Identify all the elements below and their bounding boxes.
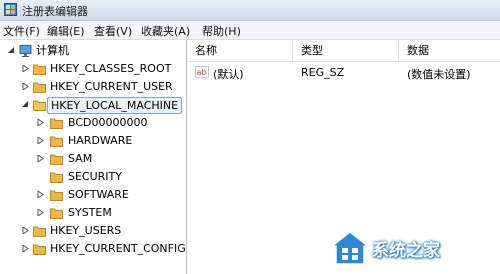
folder-icon — [50, 118, 63, 129]
watermark-text: 系统之家 — [372, 241, 440, 261]
house-logo-icon — [330, 231, 370, 265]
tree-label: SYSTEM — [68, 206, 112, 219]
menu-bar: 文件(F) 编辑(E) 查看(V) 收藏夹(A) 帮助(H) — [0, 21, 500, 40]
tree-item-sam[interactable]: SAM — [0, 150, 186, 168]
value-type: REG_SZ — [301, 66, 345, 79]
folder-icon — [50, 136, 63, 147]
tree-label: HKEY_CURRENT_CONFIG — [50, 242, 186, 255]
expand-arrow-icon[interactable] — [22, 227, 29, 234]
table-row[interactable]: ab (默认) REG_SZ (数值未设置) — [187, 62, 500, 82]
column-header-data[interactable]: 数据 — [399, 40, 500, 62]
tree-label: SECURITY — [68, 170, 122, 183]
folder-icon — [33, 226, 46, 237]
tree-pane[interactable]: 计算机 HKEY_CLASSES_ROOT HKEY_CURRENT_USER … — [0, 40, 187, 274]
folder-open-icon — [33, 100, 46, 111]
tree-item-hkey-current-user[interactable]: HKEY_CURRENT_USER — [0, 78, 186, 96]
title-bar: 注册表编辑器 — [0, 0, 500, 21]
tree-label: HKEY_USERS — [50, 224, 122, 237]
tree-label: BCD00000000 — [68, 116, 148, 129]
tree-label: HKEY_CURRENT_USER — [50, 80, 173, 93]
menu-view[interactable]: 查看(V) — [94, 23, 132, 39]
tree-item-hkey-classes-root[interactable]: HKEY_CLASSES_ROOT — [0, 60, 186, 78]
folder-icon — [50, 190, 63, 201]
menu-help[interactable]: 帮助(H) — [202, 23, 241, 39]
tree-item-computer[interactable]: 计算机 — [0, 42, 186, 60]
tree-label-selected: HKEY_LOCAL_MACHINE — [47, 97, 183, 114]
folder-icon — [33, 244, 46, 255]
expand-arrow-icon[interactable] — [37, 137, 44, 144]
tree-label: SOFTWARE — [68, 188, 129, 201]
folder-icon — [33, 82, 46, 93]
folder-icon — [33, 64, 46, 75]
tree-label: HKEY_CLASSES_ROOT — [50, 62, 172, 75]
value-name: (默认) — [213, 68, 244, 81]
tree-item-hkey-users[interactable]: HKEY_USERS — [0, 222, 186, 240]
tree-item-hkey-current-config[interactable]: HKEY_CURRENT_CONFIG — [0, 240, 186, 258]
expand-arrow-icon[interactable] — [37, 155, 44, 162]
collapse-arrow-icon[interactable] — [22, 101, 29, 108]
expand-arrow-icon[interactable] — [22, 65, 29, 72]
column-header-type[interactable]: 类型 — [293, 40, 399, 62]
expand-arrow-icon[interactable] — [37, 191, 44, 198]
menu-file[interactable]: 文件(F) — [3, 23, 40, 39]
string-value-icon: ab — [195, 66, 209, 78]
tree-item-security[interactable]: SECURITY — [0, 168, 186, 186]
menu-edit[interactable]: 编辑(E) — [47, 23, 85, 39]
window-title: 注册表编辑器 — [22, 5, 88, 18]
tree-item-system[interactable]: SYSTEM — [0, 204, 186, 222]
tree-item-hardware[interactable]: HARDWARE — [0, 132, 186, 150]
value-data: (数值未设置) — [407, 68, 471, 81]
tree-label: HARDWARE — [68, 134, 133, 147]
collapse-arrow-icon[interactable] — [8, 47, 15, 54]
watermark: 系统之家 — [330, 226, 500, 270]
folder-icon — [50, 172, 63, 183]
menu-favorites[interactable]: 收藏夹(A) — [141, 23, 190, 39]
folder-icon — [50, 208, 63, 219]
tree-label-computer: 计算机 — [36, 44, 69, 57]
svg-text:ab: ab — [197, 68, 207, 77]
folder-icon — [50, 154, 63, 165]
expand-arrow-icon[interactable] — [22, 83, 29, 90]
column-header-name[interactable]: 名称 — [187, 40, 293, 62]
registry-editor-icon — [4, 3, 17, 16]
expand-arrow-icon[interactable] — [37, 119, 44, 126]
tree-item-bcd[interactable]: BCD00000000 — [0, 114, 186, 132]
expand-arrow-icon[interactable] — [22, 245, 29, 252]
computer-icon — [19, 45, 32, 57]
expand-arrow-icon[interactable] — [37, 209, 44, 216]
tree-item-software[interactable]: SOFTWARE — [0, 186, 186, 204]
tree-label: SAM — [68, 152, 93, 165]
tree-item-hkey-local-machine[interactable]: HKEY_LOCAL_MACHINE — [0, 96, 186, 114]
